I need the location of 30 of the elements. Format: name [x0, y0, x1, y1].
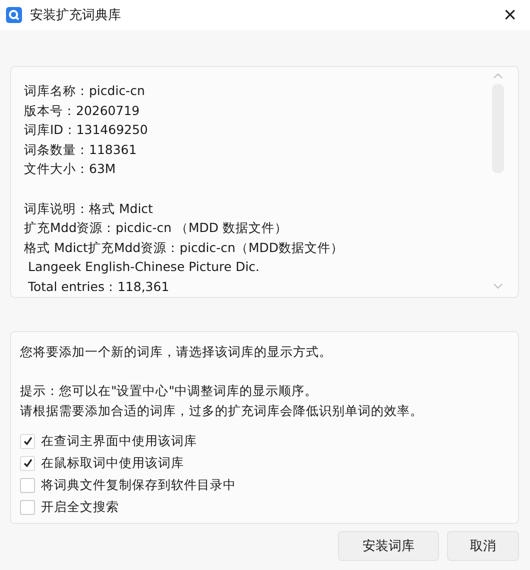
checkbox[interactable]	[20, 478, 35, 493]
checkbox[interactable]	[20, 456, 35, 471]
info-line: 版本号：20260719	[24, 102, 141, 120]
checkbox-label[interactable]: 在鼠标取词中使用该词库	[41, 454, 184, 472]
info-line: 格式 Mdict扩充Mdd资源：picdic-cn（MDD数据文件）	[24, 238, 344, 257]
info-line: 词条数量：118361	[24, 140, 138, 159]
info-line: Langeek English-Chinese Picture Dic.	[26, 258, 261, 276]
checkmark-icon	[22, 435, 34, 448]
info-line: 扩充Mdd资源：picdic-cn （MDD 数据文件）	[24, 219, 289, 238]
window-title: 安装扩充词典库	[30, 7, 122, 24]
checkbox-label[interactable]: 在查词主界面中使用该词库	[41, 432, 197, 450]
checkbox-label[interactable]: 开启全文搜索	[41, 498, 119, 516]
checkbox[interactable]	[20, 500, 35, 515]
checkbox[interactable]	[20, 434, 35, 449]
info-line: 词库说明：格式 Mdict	[24, 200, 154, 218]
info-line: Total entries：118,361	[26, 278, 170, 296]
cancel-button[interactable]: 取消	[447, 531, 519, 561]
info-line: 词库ID：131469250	[24, 121, 149, 140]
notice-text: 您将要添加一个新的词库，请选择该词库的显示方式。	[20, 343, 333, 361]
notice-text: 提示：您可以在"设置中心"中调整词库的显示顺序。	[20, 382, 318, 400]
info-line: 文件大小：63M	[24, 160, 117, 178]
checkmark-icon	[22, 457, 34, 470]
close-button[interactable]: ×	[490, 0, 530, 30]
app-icon	[6, 7, 22, 23]
install-button[interactable]: 安装词库	[338, 531, 439, 561]
notice-text: 请根据需要添加合适的词库，过多的扩充词库会降低识别单词的效率。	[20, 402, 424, 420]
scroll-down-icon[interactable]	[493, 283, 503, 289]
scroll-up-icon[interactable]	[493, 73, 503, 79]
checkbox-label[interactable]: 将词典文件复制保存到软件目录中	[41, 476, 236, 494]
info-line: 词库名称：picdic-cn	[24, 82, 146, 100]
